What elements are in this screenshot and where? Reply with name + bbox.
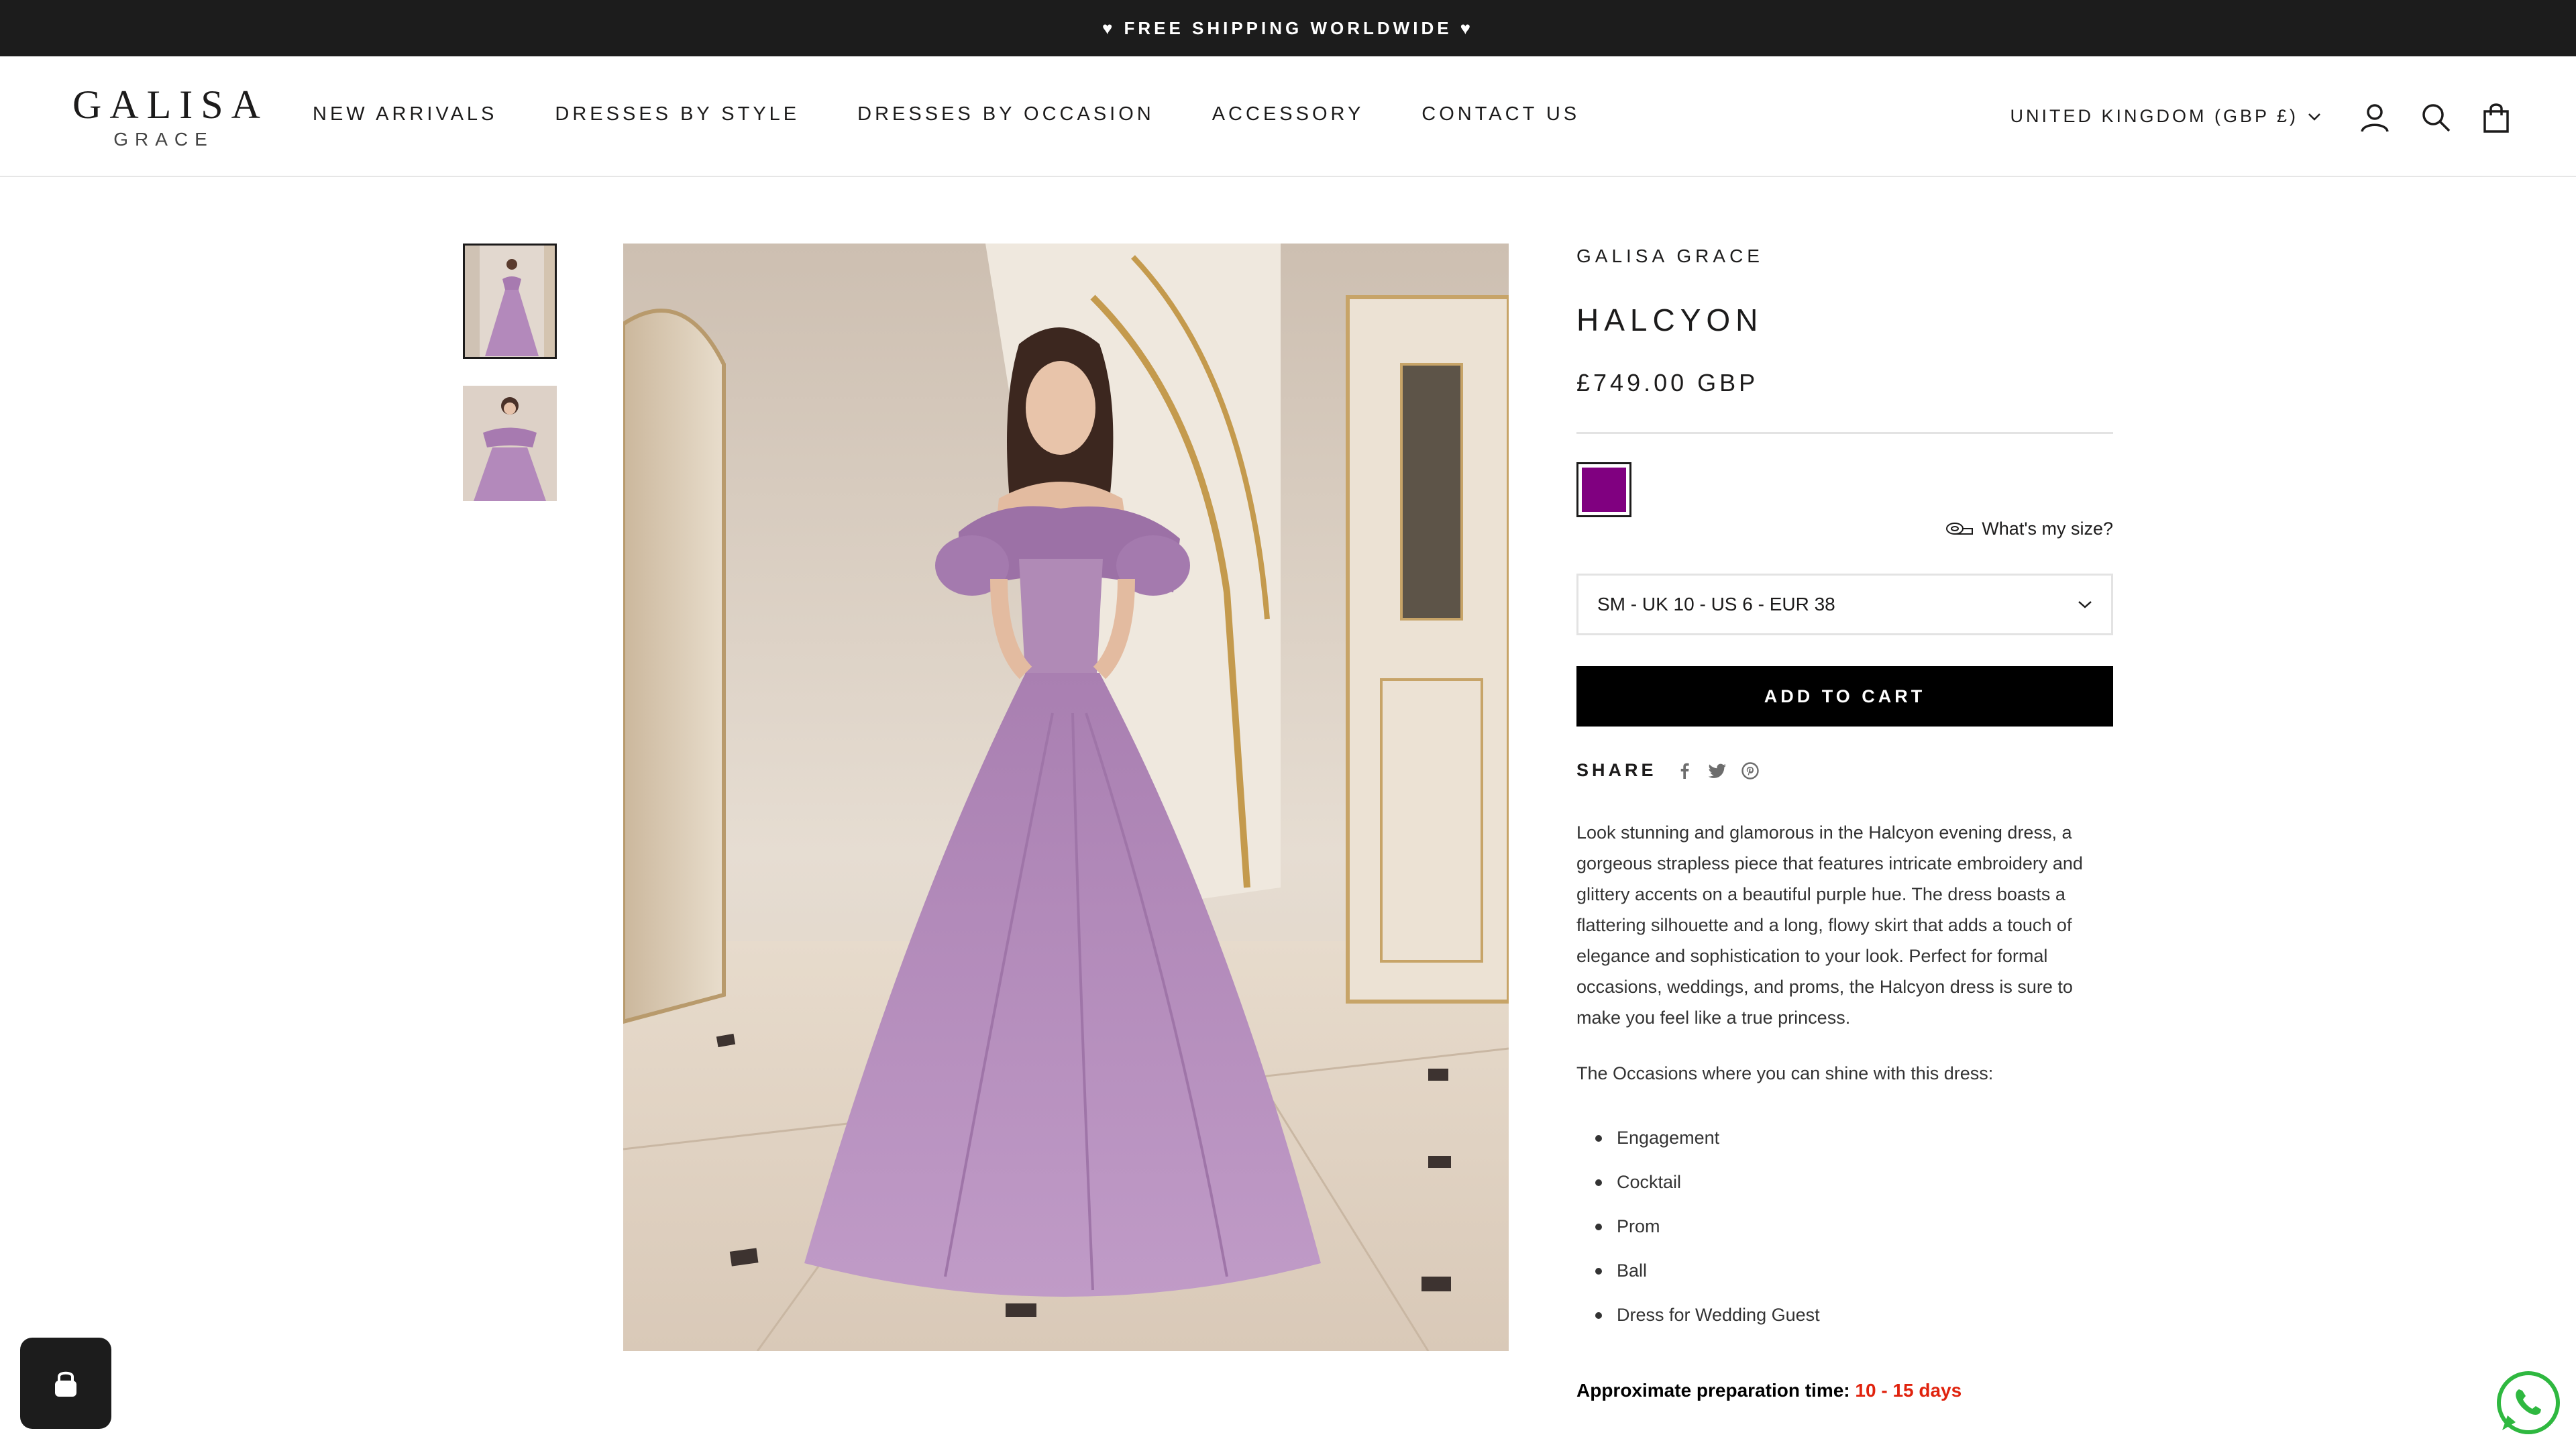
size-select[interactable]: SM - UK 10 - US 6 - EUR 38 (1576, 574, 2113, 635)
divider (1576, 432, 2113, 434)
search-icon[interactable] (2419, 101, 2453, 134)
nav-new-arrivals[interactable]: NEW ARRIVALS (313, 103, 497, 125)
thumbnail-image (463, 386, 557, 501)
size-help-link[interactable]: What's my size? (1945, 519, 2113, 539)
product-main-image[interactable] (623, 244, 1509, 1351)
add-to-cart-button[interactable]: ADD TO CART (1576, 666, 2113, 727)
product-thumbnail[interactable] (463, 244, 557, 359)
list-item: Cocktail (1576, 1160, 1820, 1204)
cart-icon[interactable] (2479, 101, 2513, 134)
logo-sub-text: GRACE (113, 129, 214, 150)
announcement-text: FREE SHIPPING WORLDWIDE (1124, 17, 1452, 38)
nav-dresses-by-style[interactable]: DRESSES BY STYLE (555, 103, 800, 125)
whatsapp-icon[interactable] (2494, 1368, 2563, 1437)
account-icon[interactable] (2358, 101, 2392, 134)
list-item: Ball (1576, 1248, 1820, 1293)
share-label: SHARE (1576, 760, 1657, 780)
facebook-icon[interactable] (1676, 762, 1693, 780)
preparation-time: Approximate preparation time: 10 - 15 da… (1576, 1380, 1962, 1401)
twitter-icon[interactable] (1708, 762, 1727, 780)
heart-icon: ♥ (1102, 17, 1116, 38)
nav-contact-us[interactable]: CONTACT US (1421, 103, 1580, 125)
logo[interactable]: GALISA GRACE (72, 83, 268, 150)
color-swatch-fill (1582, 468, 1626, 512)
main-nav: NEW ARRIVALS DRESSES BY STYLE DRESSES BY… (313, 103, 1638, 125)
site-header: GALISA GRACE NEW ARRIVALS DRESSES BY STY… (0, 56, 2576, 177)
nav-dresses-by-occasion[interactable]: DRESSES BY OCCASION (857, 103, 1155, 125)
size-help-label: What's my size? (1982, 519, 2113, 539)
share-row: SHARE (1576, 760, 1774, 781)
product-description: Look stunning and glamorous in the Halcy… (1576, 822, 2083, 1028)
list-item: Prom (1576, 1204, 1820, 1248)
lock-icon (55, 1371, 76, 1397)
product-vendor[interactable]: GALISA GRACE (1576, 246, 2113, 267)
product-price: £749.00 GBP (1576, 369, 1759, 396)
product-thumbnail[interactable] (463, 386, 557, 501)
size-select-value: SM - UK 10 - US 6 - EUR 38 (1597, 594, 1835, 614)
measuring-tape-icon (1946, 522, 1974, 535)
announcement-bar: ♥ FREE SHIPPING WORLDWIDE ♥ (0, 0, 2576, 56)
nav-accessory[interactable]: ACCESSORY (1212, 103, 1364, 125)
product-title: HALCYON (1576, 303, 1764, 337)
color-swatch[interactable] (1576, 462, 1631, 517)
dress-photo (623, 244, 1509, 1351)
logo-main-text: GALISA (72, 83, 268, 127)
chevron-down-icon (2078, 601, 2092, 608)
pinterest-icon[interactable] (1741, 761, 1759, 780)
occasions-intro: The Occasions where you can shine with t… (1576, 1063, 1994, 1083)
preparation-time-value: 10 - 15 days (1855, 1380, 1962, 1401)
country-selector[interactable]: UNITED KINGDOM (GBP £) (2010, 106, 2321, 127)
occasions-list: Engagement Cocktail Prom Ball Dress for … (1576, 1116, 1820, 1337)
thumbnail-image (465, 246, 555, 357)
product-info: GALISA GRACE HALCYON £749.00 GBP What's … (1576, 244, 2113, 1401)
country-label: UNITED KINGDOM (GBP £) (2010, 106, 2298, 126)
preparation-time-label: Approximate preparation time: (1576, 1380, 1850, 1401)
list-item: Engagement (1576, 1116, 1820, 1160)
heart-icon: ♥ (1460, 17, 1474, 38)
list-item: Dress for Wedding Guest (1576, 1293, 1820, 1337)
chat-widget-button[interactable] (20, 1338, 111, 1429)
chevron-down-icon (2308, 113, 2320, 121)
